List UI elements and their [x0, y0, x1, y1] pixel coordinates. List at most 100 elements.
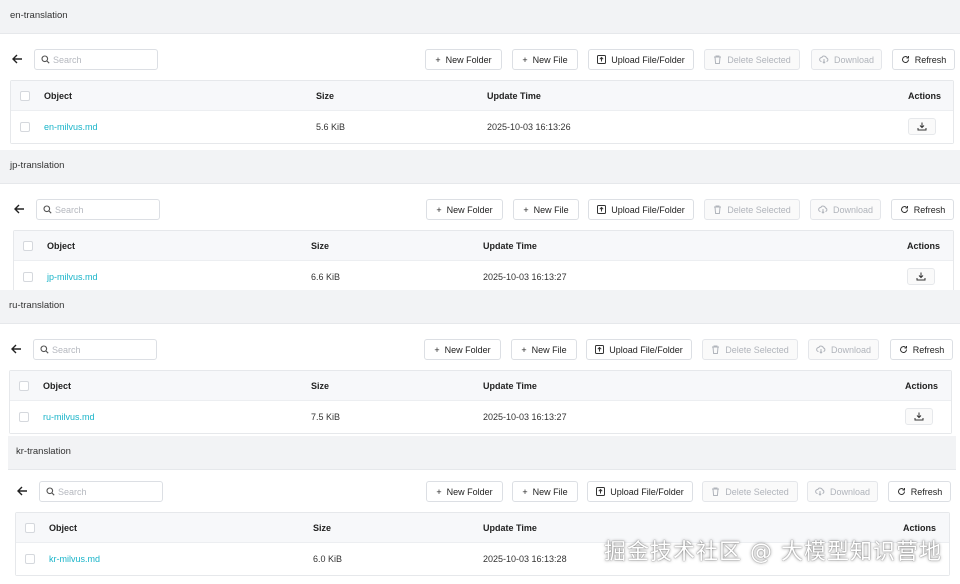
- col-actions: Actions: [903, 523, 937, 533]
- new-file-button[interactable]: + New File: [512, 481, 578, 502]
- back-arrow-icon[interactable]: [16, 485, 30, 499]
- delete-selected-button[interactable]: Delete Selected: [702, 481, 798, 502]
- download-button[interactable]: Download: [807, 481, 878, 502]
- toolbar: +New Folder +New File Upload File/Folder…: [0, 339, 960, 361]
- plus-icon: +: [522, 486, 528, 497]
- col-update-time: Update Time: [483, 241, 537, 251]
- plus-icon: +: [522, 54, 528, 65]
- col-actions: Actions: [905, 381, 939, 391]
- delete-selected-button[interactable]: Delete Selected: [704, 199, 800, 220]
- upload-button[interactable]: Upload File/Folder: [588, 199, 694, 220]
- select-all-checkbox[interactable]: [20, 91, 30, 101]
- object-link[interactable]: kr-milvus.md: [49, 554, 100, 564]
- object-link[interactable]: jp-milvus.md: [47, 272, 98, 282]
- new-file-button[interactable]: + New File: [512, 49, 578, 70]
- cloud-download-icon: [815, 487, 825, 496]
- col-object: Object: [49, 523, 78, 533]
- search-input[interactable]: [39, 481, 163, 502]
- panel-title: jp-translation: [0, 150, 960, 184]
- upload-button[interactable]: Upload File/Folder: [586, 339, 692, 360]
- col-size: Size: [313, 523, 332, 533]
- object-size: 6.0 KiB: [313, 554, 343, 564]
- refresh-button[interactable]: Refresh: [891, 199, 954, 220]
- toolbar: +New Folder +New File Upload File/Folder…: [0, 481, 960, 503]
- delete-selected-button[interactable]: Delete Selected: [702, 339, 798, 360]
- col-update-time: Update Time: [483, 381, 537, 391]
- bucket-panel-ru: ru-translation +New Folder +New File Upl…: [0, 290, 960, 436]
- select-all-checkbox[interactable]: [25, 523, 35, 533]
- table-row: ru-milvus.md 7.5 KiB 2025-10-03 16:13:27: [10, 401, 951, 433]
- col-object: Object: [47, 241, 76, 251]
- file-table: Object Size Update Time Actions jp-milvu…: [13, 230, 954, 293]
- refresh-button[interactable]: Refresh: [888, 481, 951, 502]
- row-checkbox[interactable]: [23, 272, 33, 282]
- new-folder-button[interactable]: + New Folder: [426, 199, 503, 220]
- trash-icon: [712, 345, 720, 354]
- toolbar: +New Folder +New File Upload File/Folder…: [0, 49, 960, 71]
- col-actions: Actions: [908, 91, 942, 101]
- col-update-time: Update Time: [487, 91, 541, 101]
- new-folder-button[interactable]: + New Folder: [425, 49, 502, 70]
- plus-icon: +: [435, 54, 441, 65]
- panel-title: en-translation: [0, 0, 960, 34]
- search-input[interactable]: [34, 49, 158, 70]
- search-field[interactable]: [53, 52, 153, 67]
- col-update-time: Update Time: [483, 523, 537, 533]
- refresh-icon: [899, 346, 907, 353]
- object-link[interactable]: ru-milvus.md: [43, 412, 95, 422]
- object-update-time: 2025-10-03 16:13:27: [483, 412, 567, 422]
- download-icon: [916, 272, 926, 281]
- download-button[interactable]: Download: [808, 339, 879, 360]
- delete-selected-button[interactable]: Delete Selected: [704, 49, 800, 70]
- object-update-time: 2025-10-03 16:13:27: [483, 272, 567, 282]
- search-field[interactable]: [55, 202, 155, 217]
- refresh-icon: [901, 56, 909, 63]
- back-arrow-icon[interactable]: [13, 203, 27, 217]
- select-all-checkbox[interactable]: [19, 381, 29, 391]
- col-actions: Actions: [907, 241, 941, 251]
- panel-title: ru-translation: [0, 290, 960, 324]
- toolbar: +New Folder +New File Upload File/Folder…: [0, 199, 960, 221]
- plus-icon: +: [521, 344, 527, 355]
- search-icon: [46, 487, 55, 496]
- upload-icon: [597, 55, 607, 64]
- search-input[interactable]: [36, 199, 160, 220]
- upload-button[interactable]: Upload File/Folder: [588, 49, 694, 70]
- col-object: Object: [44, 91, 73, 101]
- select-all-checkbox[interactable]: [23, 241, 33, 251]
- refresh-icon: [900, 206, 908, 213]
- object-size: 5.6 KiB: [316, 122, 346, 132]
- upload-icon: [595, 345, 605, 354]
- search-icon: [41, 55, 50, 64]
- row-checkbox[interactable]: [20, 122, 30, 132]
- new-folder-button[interactable]: + New Folder: [424, 339, 501, 360]
- download-icon: [917, 122, 927, 131]
- refresh-button[interactable]: Refresh: [890, 339, 953, 360]
- new-file-button[interactable]: + New File: [511, 339, 577, 360]
- row-download-button[interactable]: [907, 268, 935, 285]
- table-header: Object Size Update Time Actions: [10, 371, 951, 401]
- row-checkbox[interactable]: [19, 412, 29, 422]
- search-field[interactable]: [58, 484, 158, 499]
- row-checkbox[interactable]: [25, 554, 35, 564]
- plus-icon: +: [523, 204, 529, 215]
- refresh-button[interactable]: Refresh: [892, 49, 955, 70]
- back-arrow-icon[interactable]: [10, 343, 24, 357]
- new-folder-button[interactable]: + New Folder: [426, 481, 503, 502]
- search-field[interactable]: [52, 342, 152, 357]
- back-arrow-icon[interactable]: [11, 53, 25, 67]
- new-file-button[interactable]: + New File: [513, 199, 579, 220]
- upload-icon: [596, 487, 606, 496]
- upload-button[interactable]: Upload File/Folder: [587, 481, 693, 502]
- download-button[interactable]: Download: [810, 199, 881, 220]
- object-link[interactable]: en-milvus.md: [44, 122, 98, 132]
- search-icon: [40, 345, 49, 354]
- download-button[interactable]: Download: [811, 49, 882, 70]
- row-download-button[interactable]: [908, 118, 936, 135]
- table-row: en-milvus.md 5.6 KiB 2025-10-03 16:13:26: [11, 111, 953, 143]
- plus-icon: +: [436, 204, 442, 215]
- download-icon: [914, 412, 924, 421]
- row-download-button[interactable]: [905, 408, 933, 425]
- col-size: Size: [311, 381, 330, 391]
- search-input[interactable]: [33, 339, 157, 360]
